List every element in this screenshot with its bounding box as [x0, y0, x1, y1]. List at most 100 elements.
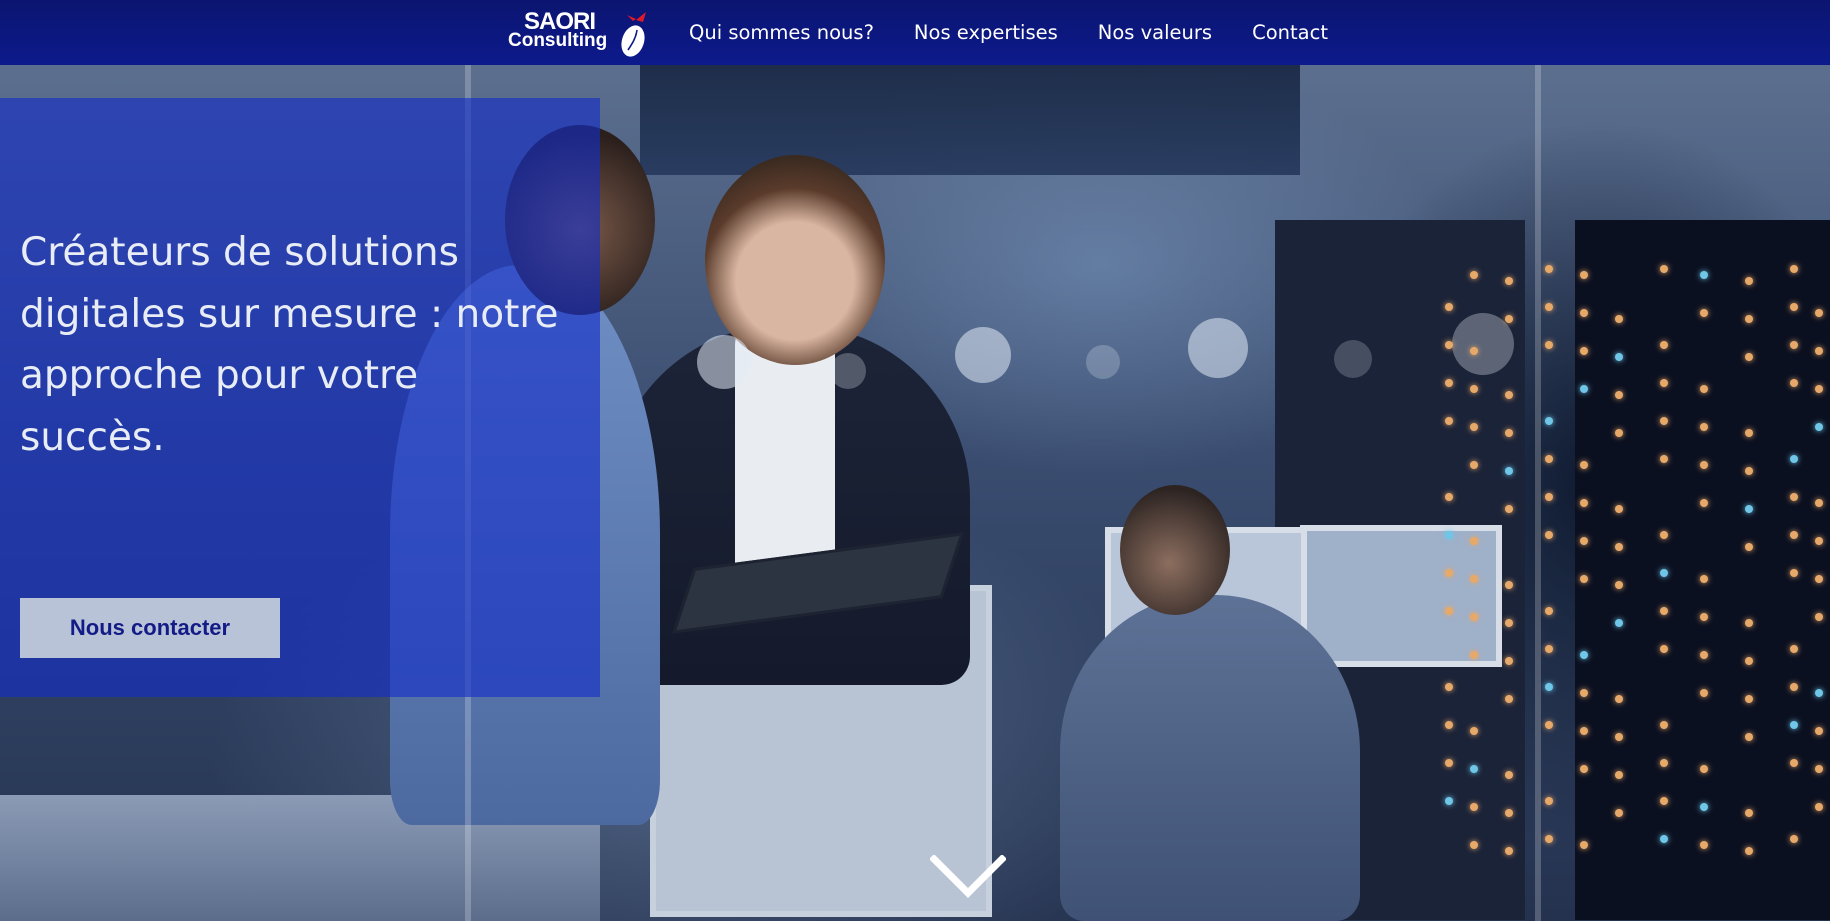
- server-led: [1660, 417, 1668, 425]
- server-led: [1505, 391, 1513, 399]
- server-led: [1815, 347, 1823, 355]
- server-led: [1815, 385, 1823, 393]
- server-led: [1545, 265, 1553, 273]
- server-led: [1615, 429, 1623, 437]
- server-led: [1470, 271, 1478, 279]
- server-led: [1815, 499, 1823, 507]
- main-navigation: Qui sommes nous? Nos expertises Nos vale…: [689, 0, 1368, 65]
- server-led: [1745, 733, 1753, 741]
- server-led: [1790, 835, 1798, 843]
- server-led: [1615, 315, 1623, 323]
- server-led: [1505, 657, 1513, 665]
- server-led: [1505, 619, 1513, 627]
- server-led: [1745, 353, 1753, 361]
- server-led: [1545, 645, 1553, 653]
- server-led: [1580, 309, 1588, 317]
- server-led: [1470, 347, 1478, 355]
- server-led: [1700, 803, 1708, 811]
- server-led: [1790, 303, 1798, 311]
- server-led: [1745, 695, 1753, 703]
- server-led: [1790, 455, 1798, 463]
- server-led: [1790, 645, 1798, 653]
- server-led: [1660, 797, 1668, 805]
- server-led: [1815, 727, 1823, 735]
- server-led: [1470, 537, 1478, 545]
- server-led: [1700, 461, 1708, 469]
- server-led: [1580, 765, 1588, 773]
- server-led: [1505, 847, 1513, 855]
- server-led: [1580, 537, 1588, 545]
- nav-link-nos-valeurs[interactable]: Nos valeurs: [1098, 21, 1212, 44]
- server-led: [1505, 277, 1513, 285]
- server-led: [1745, 467, 1753, 475]
- bokeh-light: [830, 353, 866, 389]
- contact-us-button[interactable]: Nous contacter: [20, 598, 280, 658]
- bokeh-light: [1188, 318, 1248, 378]
- server-led: [1445, 683, 1453, 691]
- server-led: [1660, 531, 1668, 539]
- server-led: [1700, 309, 1708, 317]
- server-led: [1545, 683, 1553, 691]
- server-led: [1700, 765, 1708, 773]
- server-led: [1545, 531, 1553, 539]
- server-led: [1545, 303, 1553, 311]
- server-led: [1815, 803, 1823, 811]
- server-led: [1700, 841, 1708, 849]
- server-led: [1745, 315, 1753, 323]
- bokeh-light: [1334, 340, 1372, 378]
- server-led: [1445, 417, 1453, 425]
- page: SAORI Consulting Qui sommes nous? Nos ex…: [0, 0, 1830, 921]
- server-led: [1745, 619, 1753, 627]
- server-led: [1660, 341, 1668, 349]
- server-led: [1445, 493, 1453, 501]
- server-led: [1615, 505, 1623, 513]
- server-led: [1745, 809, 1753, 817]
- server-led: [1615, 353, 1623, 361]
- logo[interactable]: SAORI Consulting: [508, 8, 653, 58]
- server-led: [1615, 771, 1623, 779]
- nav-link-nos-expertises[interactable]: Nos expertises: [914, 21, 1058, 44]
- server-led: [1700, 271, 1708, 279]
- bokeh-light: [955, 327, 1011, 383]
- server-led: [1545, 721, 1553, 729]
- server-led: [1545, 797, 1553, 805]
- server-led: [1445, 569, 1453, 577]
- server-led: [1445, 759, 1453, 767]
- server-led: [1815, 765, 1823, 773]
- nav-link-qui-sommes-nous[interactable]: Qui sommes nous?: [689, 21, 874, 44]
- server-led: [1470, 727, 1478, 735]
- server-led: [1470, 841, 1478, 849]
- server-led: [1790, 493, 1798, 501]
- server-led: [1790, 759, 1798, 767]
- server-led: [1580, 575, 1588, 583]
- server-led: [1615, 733, 1623, 741]
- person: [705, 155, 885, 365]
- server-led: [1580, 651, 1588, 659]
- server-led: [1745, 277, 1753, 285]
- server-led: [1700, 575, 1708, 583]
- nav-link-contact[interactable]: Contact: [1252, 21, 1328, 44]
- server-led: [1660, 721, 1668, 729]
- server-led: [1815, 537, 1823, 545]
- chevron-down-icon[interactable]: [930, 855, 1006, 901]
- server-led: [1815, 309, 1823, 317]
- server-led: [1660, 645, 1668, 653]
- logo-text-consulting: Consulting: [508, 30, 608, 51]
- server-led: [1815, 689, 1823, 697]
- top-navigation-bar: SAORI Consulting Qui sommes nous? Nos ex…: [0, 0, 1830, 65]
- server-led: [1615, 695, 1623, 703]
- saori-bird-egg-icon: [621, 12, 646, 57]
- server-led: [1580, 727, 1588, 735]
- server-led: [1545, 835, 1553, 843]
- server-led: [1505, 695, 1513, 703]
- server-led: [1815, 575, 1823, 583]
- server-led: [1545, 417, 1553, 425]
- server-led: [1745, 505, 1753, 513]
- server-led: [1790, 531, 1798, 539]
- server-led: [1470, 461, 1478, 469]
- server-led: [1700, 689, 1708, 697]
- person: [1060, 595, 1360, 921]
- server-led: [1470, 385, 1478, 393]
- server-led: [1700, 613, 1708, 621]
- bokeh-light: [697, 335, 751, 389]
